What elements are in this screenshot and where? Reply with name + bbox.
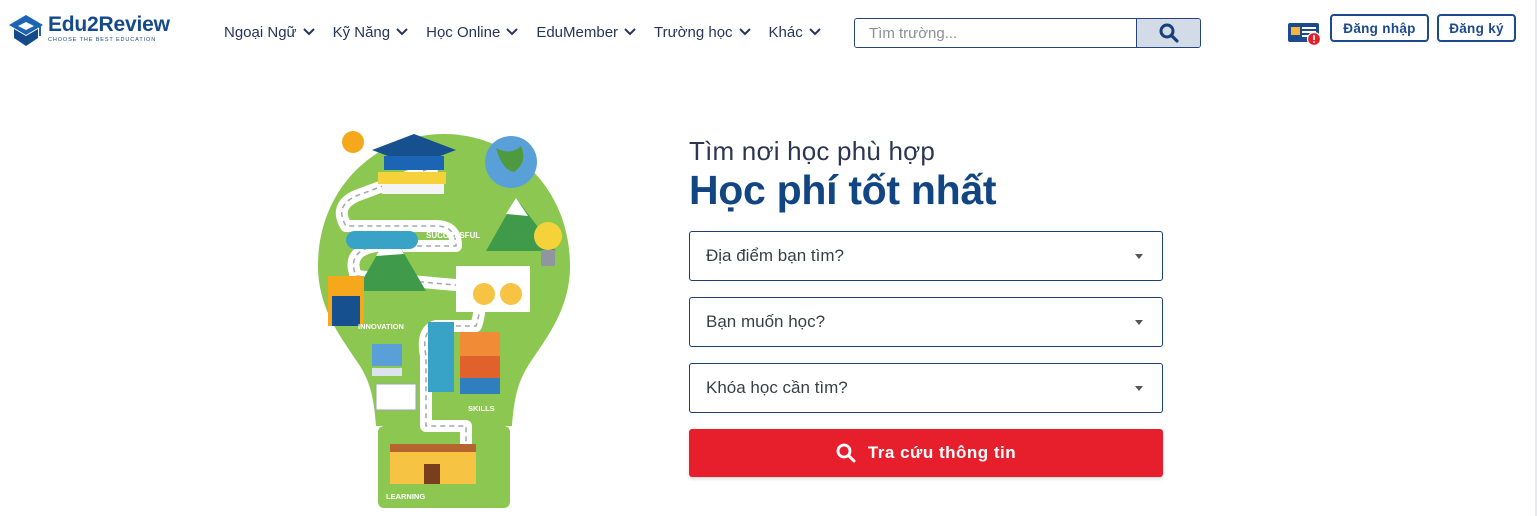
nav-item-label: Kỹ Năng [332, 23, 391, 41]
lookup-submit-button[interactable]: Tra cứu thông tin [689, 429, 1163, 477]
nav-item-label: EduMember [536, 23, 619, 41]
lightbulb-education-illustration: SUCCESSFUL TRAINING INNOVATION SKILLS LE… [318, 131, 570, 508]
nav-item-ky-nang[interactable]: Kỹ Năng [333, 24, 410, 41]
chevron-down-icon [738, 28, 751, 36]
register-button[interactable]: Đăng ký [1437, 14, 1516, 42]
member-card-icon[interactable] [1287, 20, 1323, 46]
illustration-label-innovation: INNOVATION [358, 322, 404, 331]
nav-item-edumember[interactable]: EduMember [536, 24, 637, 41]
subject-select[interactable]: Bạn muốn học? [689, 297, 1163, 347]
nav-item-truong-hoc[interactable]: Trường học [654, 24, 752, 41]
location-select[interactable]: Địa điểm bạn tìm? [689, 231, 1163, 281]
location-select-label: Địa điểm bạn tìm? [706, 246, 844, 265]
subject-select-label: Bạn muốn học? [706, 312, 826, 331]
logo-mark-icon [9, 15, 43, 46]
login-button[interactable]: Đăng nhập [1330, 14, 1429, 42]
brand-logo[interactable]: Edu2Review CHOOSE THE BEST EDUCATION [8, 14, 180, 50]
course-select[interactable]: Khóa học cần tìm? [689, 363, 1163, 413]
site-header: Edu2Review CHOOSE THE BEST EDUCATION Ngo… [0, 0, 1537, 64]
search-icon [836, 443, 856, 463]
lookup-submit-label: Tra cứu thông tin [867, 443, 1017, 462]
search-input[interactable] [855, 19, 1136, 47]
nav-item-label: Học Online [426, 23, 501, 41]
illustration-label-training: TRAINING [464, 272, 471, 306]
nav-item-khac[interactable]: Khác [769, 24, 822, 41]
chevron-down-icon [302, 28, 315, 36]
main-nav: Ngoại Ngữ Kỹ Năng Học Online EduMember T… [224, 21, 822, 43]
chevron-down-icon [624, 28, 636, 36]
chevron-down-icon [396, 28, 408, 36]
logo-text: Edu2Review CHOOSE THE BEST EDUCATION [48, 14, 170, 44]
nav-item-label: Trường học [654, 23, 733, 41]
brand-name: Edu2Review [48, 13, 170, 36]
brand-tagline: CHOOSE THE BEST EDUCATION [48, 37, 157, 43]
search-button[interactable] [1136, 19, 1200, 47]
course-select-label: Khóa học cần tìm? [706, 378, 848, 397]
nav-item-hoc-online[interactable]: Học Online [426, 24, 519, 41]
illustration-label-skills: SKILLS [468, 404, 495, 413]
nav-item-label: Ngoại Ngữ [224, 23, 297, 41]
chevron-down-icon [506, 28, 519, 36]
hero-subtitle: Tìm nơi học phù hợp [689, 136, 936, 166]
caret-down-icon [1135, 385, 1143, 391]
search-icon [1159, 23, 1179, 43]
illustration-label-learning: LEARNING [386, 492, 425, 501]
nav-item-ngoai-ngu[interactable]: Ngoại Ngữ [224, 24, 316, 41]
chevron-down-icon [809, 28, 821, 36]
caret-down-icon [1135, 319, 1143, 325]
nav-item-label: Khác [768, 23, 803, 41]
header-search [854, 18, 1201, 48]
caret-down-icon [1135, 253, 1143, 259]
illustration-label-successful: SUCCESSFUL [426, 231, 480, 240]
hero-title: Học phí tốt nhất [689, 167, 997, 213]
